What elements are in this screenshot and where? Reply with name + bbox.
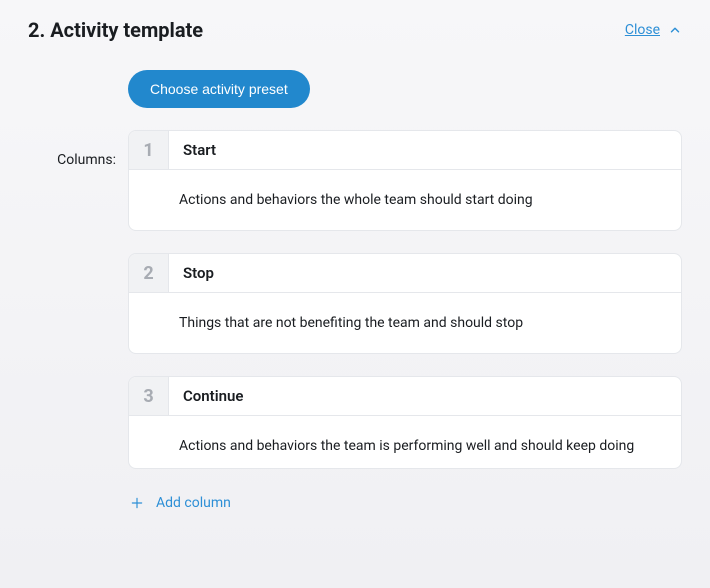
column-number: 1 <box>129 131 169 169</box>
choose-preset-button[interactable]: Choose activity preset <box>128 70 310 108</box>
add-column-button[interactable]: Add column <box>128 495 682 511</box>
content-row: Columns: Choose activity preset 1 Start … <box>28 70 682 511</box>
column-card[interactable]: 3 Continue Actions and behaviors the tea… <box>128 376 682 469</box>
column-number: 3 <box>129 377 169 415</box>
column-description: Actions and behaviors the team is perfor… <box>129 416 681 468</box>
column-card[interactable]: 1 Start Actions and behaviors the whole … <box>128 130 682 231</box>
close-button[interactable]: Close <box>625 22 682 38</box>
column-number: 2 <box>129 254 169 292</box>
column-description: Actions and behaviors the whole team sho… <box>129 170 681 230</box>
column-title: Stop <box>169 254 681 292</box>
main-column: Choose activity preset 1 Start Actions a… <box>128 70 682 511</box>
add-column-label: Add column <box>156 495 231 511</box>
column-description: Things that are not benefiting the team … <box>129 293 681 353</box>
column-card-header: 3 Continue <box>129 377 681 416</box>
activity-template-section: 2. Activity template Close Columns: Choo… <box>0 0 710 531</box>
column-title: Continue <box>169 377 681 415</box>
plus-icon <box>130 496 144 510</box>
section-title: 2. Activity template <box>28 18 203 42</box>
columns-list: 1 Start Actions and behaviors the whole … <box>128 130 682 469</box>
column-card-header: 1 Start <box>129 131 681 170</box>
column-card-header: 2 Stop <box>129 254 681 293</box>
column-card[interactable]: 2 Stop Things that are not benefiting th… <box>128 253 682 354</box>
columns-label: Columns: <box>28 70 116 511</box>
close-label: Close <box>625 22 660 38</box>
column-title: Start <box>169 131 681 169</box>
section-header: 2. Activity template Close <box>28 18 682 42</box>
chevron-up-icon <box>668 23 682 37</box>
